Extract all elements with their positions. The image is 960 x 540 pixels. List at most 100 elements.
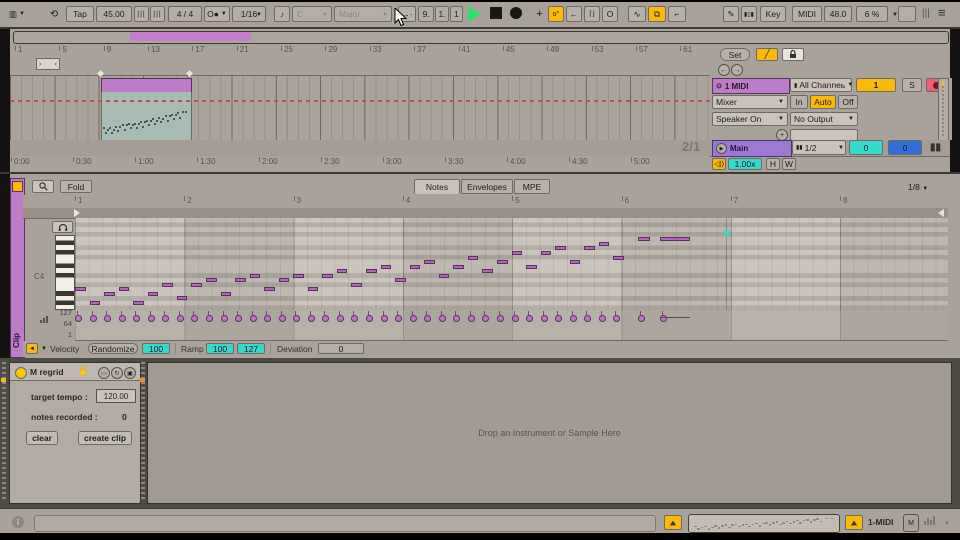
velocity-marker[interactable] (235, 315, 242, 322)
midi-note[interactable] (497, 260, 508, 264)
velocity-marker[interactable] (584, 315, 591, 322)
midi-note[interactable] (177, 296, 188, 300)
midi-note[interactable] (119, 287, 130, 291)
midi-note[interactable] (512, 251, 523, 255)
midi-note[interactable] (526, 265, 537, 269)
midi-note[interactable] (584, 246, 595, 250)
velocity-marker[interactable] (570, 315, 577, 322)
midi-note[interactable] (638, 237, 650, 241)
velocity-marker[interactable] (381, 315, 388, 322)
ruler-number: 25 (284, 45, 293, 54)
ruler-tick (680, 46, 681, 51)
velocity-marker[interactable] (221, 315, 228, 322)
velocity-marker[interactable] (206, 315, 213, 322)
midi-note[interactable] (570, 260, 581, 264)
velocity-marker[interactable] (322, 315, 329, 322)
clip-bar-tick (622, 196, 623, 201)
velocity-marker[interactable] (555, 315, 562, 322)
midi-note[interactable] (191, 283, 202, 287)
velocity-marker[interactable] (497, 315, 504, 322)
midi-note[interactable] (613, 256, 624, 260)
velocity-marker[interactable] (424, 315, 431, 322)
velocity-marker[interactable] (119, 315, 126, 322)
velocity-marker[interactable] (148, 315, 155, 322)
velocity-marker[interactable] (250, 315, 257, 322)
velocity-marker[interactable] (453, 315, 460, 322)
midi-note[interactable] (206, 278, 217, 282)
midi-note[interactable] (468, 256, 479, 260)
midi-note[interactable] (366, 269, 377, 273)
midi-note[interactable] (381, 265, 392, 269)
velocity-marker[interactable] (541, 315, 548, 322)
velocity-marker[interactable] (366, 315, 373, 322)
velocity-marker[interactable] (482, 315, 489, 322)
time-label: 4:00 (510, 157, 526, 166)
midi-note[interactable] (599, 242, 610, 246)
velocity-marker[interactable] (526, 315, 533, 322)
velocity-marker[interactable] (162, 315, 169, 322)
overview-mini-note (742, 524, 745, 526)
midi-note[interactable] (482, 269, 493, 273)
midi-note[interactable] (322, 274, 333, 278)
midi-note[interactable] (293, 274, 304, 278)
clip-mini-note (146, 120, 148, 122)
overview-mini-note (765, 522, 768, 524)
velocity-marker[interactable] (75, 315, 82, 322)
velocity-marker[interactable] (599, 315, 606, 322)
midi-note[interactable] (308, 287, 319, 291)
clip-bar-tick (184, 196, 185, 201)
ruler-tick (414, 46, 415, 51)
midi-note[interactable] (453, 265, 464, 269)
velocity-marker[interactable] (395, 315, 402, 322)
midi-note[interactable] (264, 287, 275, 291)
midi-note[interactable] (104, 292, 115, 296)
clip-mini-note (111, 132, 113, 134)
midi-note[interactable] (162, 283, 173, 287)
ruler-number: 53 (595, 45, 604, 54)
velocity-marker[interactable] (90, 315, 97, 322)
overview-mini-note (731, 524, 734, 526)
clip-mini-note (179, 117, 181, 119)
velocity-marker[interactable] (293, 315, 300, 322)
clip-bar-tick (75, 196, 76, 201)
velocity-marker[interactable] (351, 315, 358, 322)
midi-note[interactable] (133, 301, 144, 305)
velocity-marker[interactable] (638, 315, 645, 322)
velocity-marker[interactable] (279, 315, 286, 322)
midi-note[interactable] (250, 274, 261, 278)
midi-note[interactable] (410, 265, 421, 269)
velocity-marker[interactable] (104, 315, 111, 322)
velocity-marker[interactable] (439, 315, 446, 322)
midi-note[interactable] (279, 278, 290, 282)
midi-note[interactable] (221, 292, 232, 296)
velocity-marker[interactable] (613, 315, 620, 322)
midi-note[interactable] (90, 301, 101, 305)
time-tick (73, 157, 74, 162)
clip-mini-note (167, 120, 169, 122)
velocity-marker[interactable] (177, 315, 184, 322)
midi-note[interactable] (235, 278, 246, 282)
velocity-marker[interactable] (191, 315, 198, 322)
velocity-marker[interactable] (410, 315, 417, 322)
midi-note[interactable] (541, 251, 552, 255)
midi-note[interactable] (555, 246, 566, 250)
midi-note[interactable] (351, 283, 362, 287)
velocity-marker[interactable] (337, 315, 344, 322)
midi-note[interactable] (75, 287, 86, 291)
velocity-marker[interactable] (133, 315, 140, 322)
velocity-marker[interactable] (468, 315, 475, 322)
overview-mini-note (762, 523, 765, 525)
clip-bar-number: 8 (843, 196, 847, 205)
midi-note[interactable] (148, 292, 159, 296)
velocity-marker[interactable] (308, 315, 315, 322)
midi-note[interactable] (395, 278, 406, 282)
velocity-marker[interactable] (264, 315, 271, 322)
clip-mini-note (136, 127, 138, 129)
midi-note[interactable] (424, 260, 435, 264)
clip-mini-note (177, 112, 179, 114)
velocity-marker[interactable] (512, 315, 519, 322)
midi-note[interactable] (439, 274, 450, 278)
midi-note[interactable] (660, 237, 691, 241)
midi-note[interactable] (337, 269, 348, 273)
time-tick (507, 157, 508, 162)
